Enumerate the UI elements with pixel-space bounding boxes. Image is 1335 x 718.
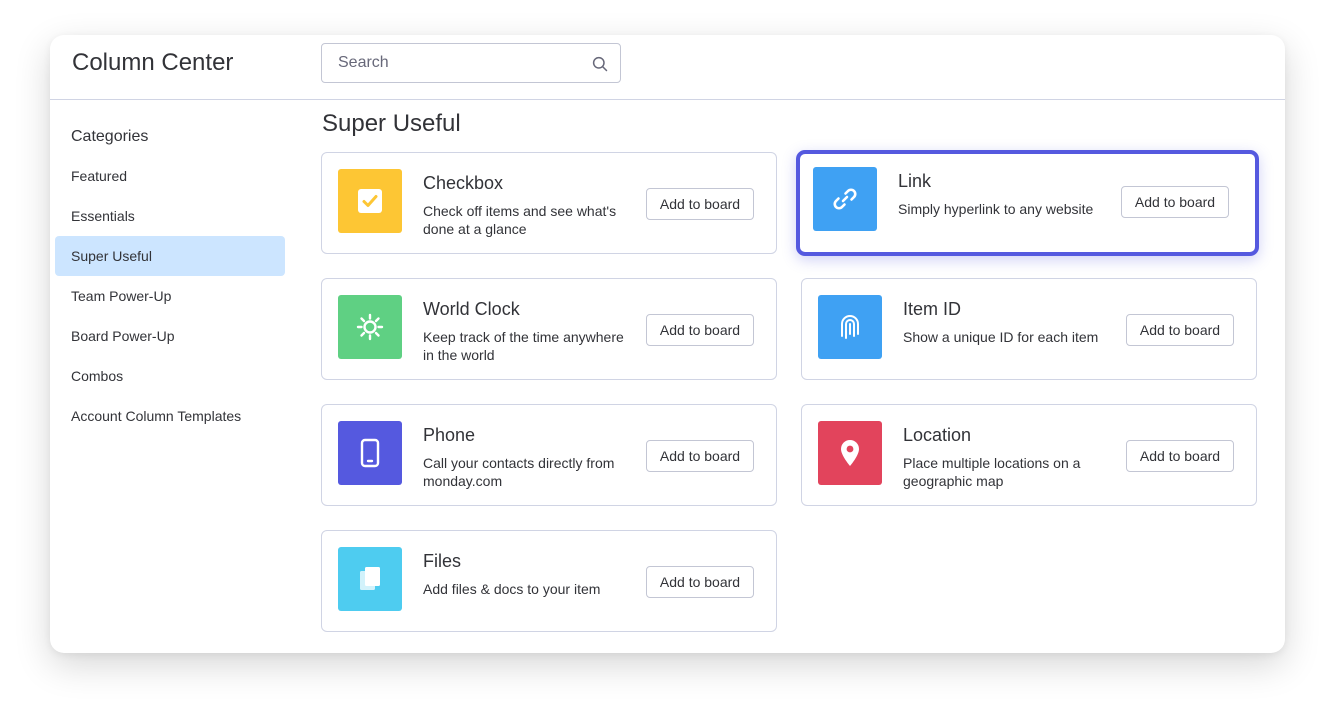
add-to-board-button[interactable]: Add to board (1126, 314, 1234, 346)
column-name: Link (898, 171, 932, 191)
add-to-board-button[interactable]: Add to board (1126, 440, 1234, 472)
add-to-board-button[interactable]: Add to board (646, 440, 754, 472)
column-description: Call your contacts directly from monday.… (423, 455, 615, 489)
column-description: Place multiple locations on a geographic… (903, 455, 1081, 489)
link-tile (813, 167, 877, 231)
files-tile (338, 547, 402, 611)
column-name: World Clock (423, 299, 520, 319)
search-box (321, 43, 621, 83)
column-name: Phone (423, 425, 476, 445)
checkbox-icon (358, 189, 382, 213)
column-name: Files (423, 551, 462, 571)
sun-icon (356, 313, 384, 341)
sidebar-item-essentials[interactable]: Essentials (55, 196, 285, 236)
sidebar-item-team-power-up[interactable]: Team Power-Up (55, 276, 285, 316)
column-card-world-clock: World Clock Keep track of the time anywh… (321, 278, 777, 380)
column-description: Keep track of the time anywhere in the w… (423, 329, 624, 363)
fingerprint-icon (841, 315, 859, 339)
world-clock-tile (338, 295, 402, 359)
map-pin-icon (841, 440, 859, 466)
categories-sidebar: Categories Featured Essentials Super Use… (50, 100, 295, 653)
sidebar-item-featured[interactable]: Featured (55, 156, 285, 196)
section-title: Super Useful (322, 110, 461, 137)
column-card-location: Location Place multiple locations on a g… (801, 404, 1257, 506)
column-card-item-id: Item ID Show a unique ID for each item A… (801, 278, 1257, 380)
column-name: Location (903, 425, 972, 445)
add-to-board-button[interactable]: Add to board (646, 188, 754, 220)
column-card-link: Link Simply hyperlink to any website Add… (796, 150, 1259, 256)
search-icon[interactable] (592, 56, 608, 72)
sidebar-item-super-useful[interactable]: Super Useful (55, 236, 285, 276)
add-to-board-button[interactable]: Add to board (646, 314, 754, 346)
column-center-window: Column Center Categories Featured Essent… (50, 35, 1285, 653)
column-description: Add files & docs to your item (423, 581, 601, 597)
item-id-tile (818, 295, 882, 359)
column-name: Item ID (903, 299, 962, 319)
sidebar-item-combos[interactable]: Combos (55, 356, 285, 396)
category-list: Featured Essentials Super Useful Team Po… (55, 156, 285, 436)
add-to-board-button[interactable]: Add to board (646, 566, 754, 598)
add-to-board-button[interactable]: Add to board (1121, 186, 1229, 218)
column-card-phone: Phone Call your contacts directly from m… (321, 404, 777, 506)
search-input[interactable] (322, 44, 620, 82)
link-icon (833, 188, 857, 210)
location-tile (818, 421, 882, 485)
phone-tile (338, 421, 402, 485)
header: Column Center (50, 35, 1285, 100)
sidebar-item-account-column-templates[interactable]: Account Column Templates (55, 396, 285, 436)
files-icon (360, 567, 380, 590)
phone-icon (360, 438, 380, 468)
column-description: Check off items and see what's done at a… (423, 203, 617, 237)
column-description: Show a unique ID for each item (903, 329, 1099, 345)
page-title: Column Center (72, 49, 234, 76)
column-card-files: Files Add files & docs to your item Add … (321, 530, 777, 632)
sidebar-item-board-power-up[interactable]: Board Power-Up (55, 316, 285, 356)
column-name: Checkbox (423, 173, 504, 193)
checkbox-tile (338, 169, 402, 233)
column-card-checkbox: Checkbox Check off items and see what's … (321, 152, 777, 254)
column-description: Simply hyperlink to any website (898, 201, 1094, 217)
categories-heading: Categories (71, 128, 149, 145)
